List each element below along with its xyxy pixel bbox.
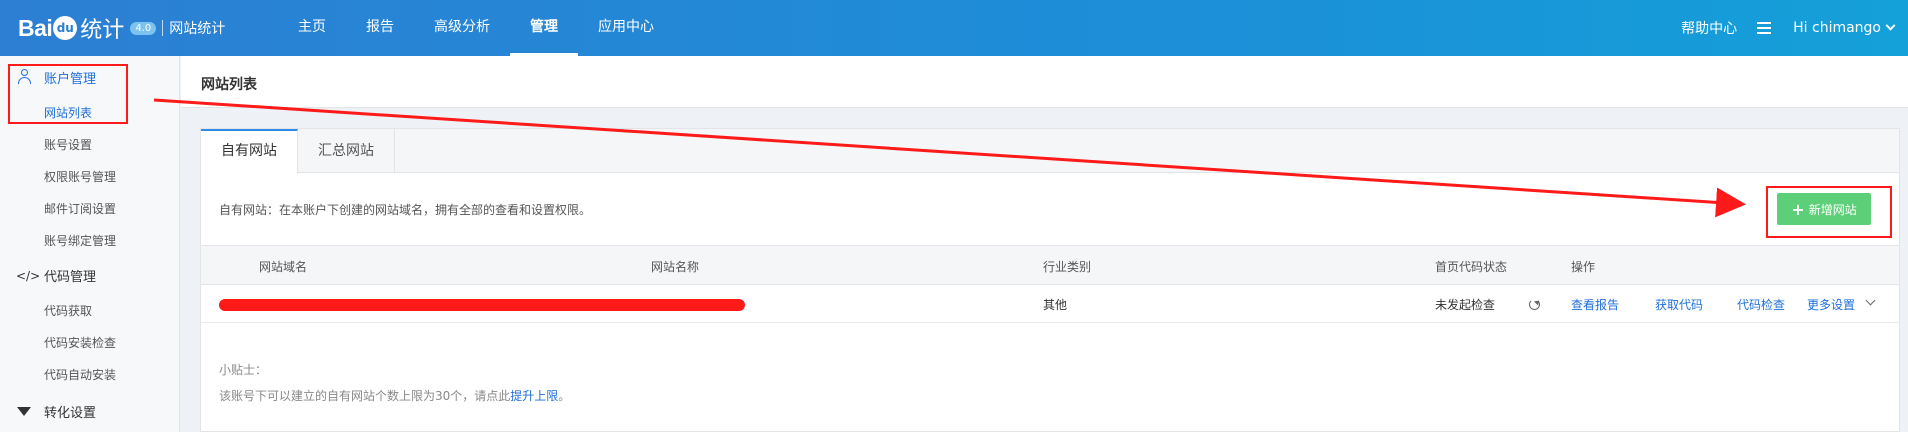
version-badge: 4.0 (130, 21, 157, 35)
cell-code-status: 未发起检查 (1435, 298, 1496, 312)
logo-bai-text: Bai (18, 14, 53, 41)
more-settings-link[interactable]: 更多设置 (1807, 296, 1855, 313)
sidebar-group-code[interactable]: </> 代码管理 (16, 266, 97, 286)
table-header: 网站域名 网站名称 行业类别 首页代码状态 操作 (201, 245, 1899, 285)
column-site-name: 网站名称 (651, 260, 700, 274)
user-greeting: Hi chimango (1793, 20, 1881, 36)
get-code-link[interactable]: 获取代码 (1655, 296, 1703, 313)
logo-site-label: 网站统计 (169, 21, 226, 37)
redacted-domain-and-name (219, 299, 745, 311)
sidebar-group-account[interactable]: 账户管理 (16, 68, 96, 87)
column-homepage-code-status: 首页代码状态 (1435, 260, 1508, 274)
code-check-link[interactable]: 代码检查 (1737, 296, 1785, 313)
menu-list-icon[interactable] (1757, 22, 1772, 34)
logo-paw-icon: du (53, 16, 78, 40)
tips-suffix: 。 (558, 389, 571, 403)
refresh-icon[interactable] (1529, 299, 1540, 310)
sidebar-group-conversion[interactable]: 转化设置 (16, 402, 96, 421)
tips-text: 该账号下可以建立的自有网站个数上限为30个，请点此提升上限。 (219, 387, 570, 404)
funnel-icon (16, 405, 32, 419)
tab-own-sites[interactable]: 自有网站 (201, 129, 298, 174)
user-menu[interactable]: Hi chimango (1793, 20, 1896, 36)
sidebar-item-email-subscription[interactable]: 邮件订阅设置 (44, 200, 116, 217)
add-site-button[interactable]: + 新增网站 (1777, 193, 1871, 225)
sidebar-group-label: 账户管理 (44, 72, 97, 87)
sidebar-item-site-list[interactable]: 网站列表 (44, 104, 92, 121)
column-industry: 行业类别 (1043, 260, 1092, 274)
add-site-label: 新增网站 (1808, 202, 1857, 217)
chevron-down-icon[interactable] (1865, 295, 1876, 306)
main-nav: 主页 报告 高级分析 管理 应用中心 (278, 0, 674, 56)
tab-summary-sites[interactable]: 汇总网站 (298, 129, 395, 173)
baidu-tongji-logo[interactable]: Bai du 统计 4.0 网站统计 (18, 10, 225, 46)
tips-title: 小贴士： (219, 363, 268, 377)
top-header: Bai du 统计 4.0 网站统计 主页 报告 高级分析 管理 应用中心 帮助… (0, 0, 1908, 56)
column-actions: 操作 (1571, 260, 1596, 274)
view-report-link[interactable]: 查看报告 (1571, 296, 1619, 313)
sidebar-group-label: 代码管理 (44, 270, 97, 285)
nav-management[interactable]: 管理 (510, 0, 578, 56)
nav-reports[interactable]: 报告 (346, 0, 414, 56)
tips-body: 该账号下可以建立的自有网站个数上限为30个，请点此 (219, 389, 511, 403)
sidebar-item-code-auto-install[interactable]: 代码自动安装 (44, 366, 116, 383)
site-tabs: 自有网站 汇总网站 (201, 129, 1899, 174)
sidebar-item-account-settings[interactable]: 账号设置 (44, 136, 92, 153)
tab-description: 自有网站：在本账户下创建的网站域名，拥有全部的查看和设置权限。 (219, 203, 592, 217)
sidebar-item-permission-accounts[interactable]: 权限账号管理 (44, 168, 116, 185)
sidebar-group-label: 转化设置 (44, 406, 97, 421)
chevron-down-icon (1885, 20, 1896, 31)
nav-app-center[interactable]: 应用中心 (578, 0, 674, 56)
sidebar-item-account-binding[interactable]: 账号绑定管理 (44, 232, 116, 249)
nav-home[interactable]: 主页 (278, 0, 346, 56)
raise-limit-link[interactable]: 提升上限 (510, 389, 558, 403)
column-domain: 网站域名 (259, 260, 308, 274)
nav-advanced-analysis[interactable]: 高级分析 (414, 0, 510, 56)
page-title: 网站列表 (201, 77, 257, 93)
sidebar-item-code-install-check[interactable]: 代码安装检查 (44, 334, 116, 351)
help-center-link[interactable]: 帮助中心 (1681, 18, 1737, 38)
plus-icon: + (1791, 199, 1805, 219)
logo-divider (162, 20, 164, 36)
header-right: 帮助中心 Hi chimango (1681, 0, 1896, 56)
sidebar: 账户管理 网站列表 账号设置 权限账号管理 邮件订阅设置 账号绑定管理 </> … (0, 56, 180, 432)
table-row: 其他 未发起检查 查看报告 获取代码 代码检查 更多设置 (201, 285, 1899, 323)
logo-tongji-text: 统计 (80, 18, 125, 43)
site-list-panel: 自有网站 汇总网站 自有网站：在本账户下创建的网站域名，拥有全部的查看和设置权限… (200, 128, 1900, 432)
page-title-bar: 网站列表 (181, 56, 1908, 108)
cell-industry: 其他 (1043, 298, 1068, 312)
user-icon (16, 69, 32, 86)
code-icon: </> (16, 268, 41, 283)
sidebar-item-get-code[interactable]: 代码获取 (44, 302, 92, 319)
